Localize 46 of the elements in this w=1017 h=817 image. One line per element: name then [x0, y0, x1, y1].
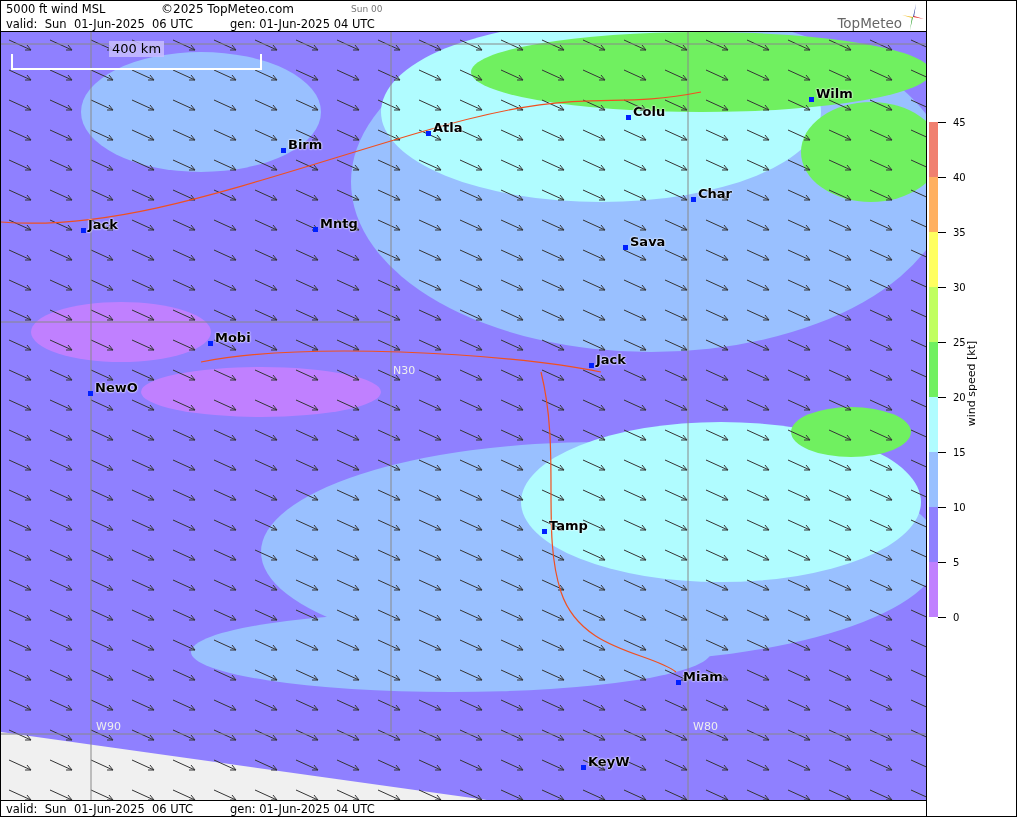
- valid-time: valid: Sun 01-Jun-2025 06 UTC: [6, 801, 195, 816]
- tick-label: 15: [953, 447, 967, 458]
- generated-time: gen: 01-Jun-2025 04 UTC: [230, 16, 375, 31]
- copyright-text: ©2025 TopMeteo.com: [161, 1, 295, 16]
- generated-time: gen: 01-Jun-2025 04 UTC: [230, 801, 375, 816]
- valid-time: valid: Sun 01-Jun-2025 06 UTC: [6, 16, 195, 31]
- tick-label: 25: [953, 337, 967, 348]
- city-marker-icon: [313, 227, 318, 232]
- city-marker-icon: [426, 131, 431, 136]
- tick-label: 10: [953, 502, 967, 513]
- city-label: Birm: [288, 137, 323, 152]
- grid-label: N30: [393, 364, 416, 377]
- city-marker-icon: [676, 680, 681, 685]
- tick-label: 40: [953, 172, 967, 183]
- tick-label: 45: [953, 117, 967, 128]
- city-marker-icon: [691, 197, 696, 202]
- map-title: 5000 ft wind MSL: [6, 1, 107, 16]
- city-marker-icon: [623, 245, 628, 250]
- city-label: KeyW: [588, 754, 630, 769]
- grid-label: W80: [693, 720, 718, 733]
- city-marker-icon: [542, 529, 547, 534]
- city-label: Jack: [596, 352, 626, 367]
- city-marker-icon: [581, 765, 586, 770]
- city-label: Wilm: [816, 86, 853, 101]
- city-marker-icon: [88, 391, 93, 396]
- tick-label: 30: [953, 282, 967, 293]
- tick-label: 5: [953, 557, 961, 568]
- city-marker-icon: [809, 97, 814, 102]
- city-marker-icon: [208, 341, 213, 346]
- grid-label: W90: [96, 720, 121, 733]
- run-label: Sun 00: [351, 3, 383, 14]
- city-label: Mobi: [215, 330, 251, 345]
- city-marker-icon: [626, 115, 631, 120]
- city-marker-icon: [281, 148, 286, 153]
- city-label: Miam: [683, 669, 723, 684]
- scale-label: 400 km: [108, 41, 165, 57]
- city-label: Atla: [433, 120, 463, 135]
- legend-title: wind speed [kt]: [965, 340, 979, 427]
- logo-text: TopMeteo: [837, 15, 902, 32]
- city-marker-icon: [589, 363, 594, 368]
- tick-label: 0: [953, 612, 961, 623]
- city-marker-icon: [81, 228, 86, 233]
- city-label: NewO: [95, 380, 138, 395]
- tick-label: 20: [953, 392, 967, 403]
- city-label: Sava: [630, 234, 666, 249]
- tick-label: 35: [953, 227, 967, 238]
